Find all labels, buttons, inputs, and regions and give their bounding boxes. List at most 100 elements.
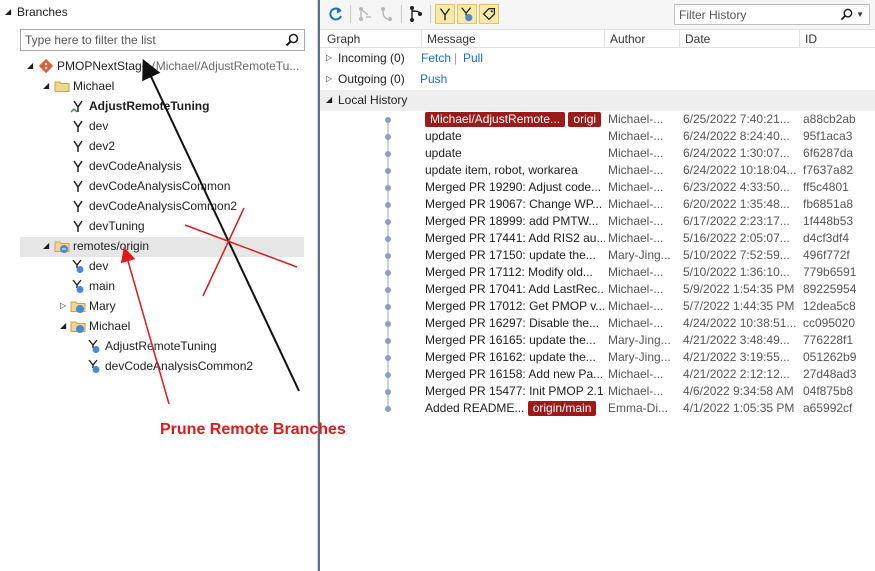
history-row[interactable]: Merged PR 17441: Add RIS2 au... Michael-… [320, 230, 875, 247]
collapsed-arrow-icon[interactable]: ▷ [60, 301, 66, 310]
history-row[interactable]: Merged PR 16165: update the... Mary-Jing… [320, 332, 875, 349]
column-author[interactable]: Author [610, 32, 645, 46]
history-row[interactable]: Merged PR 19067: Change WP... Michael-..… [320, 196, 875, 213]
tree-item-remote-branch[interactable]: dev [0, 257, 318, 277]
commit-author: Michael-... [608, 367, 664, 381]
history-row[interactable]: Merged PR 17041: Add LastRec... Michael-… [320, 281, 875, 298]
column-divider[interactable] [604, 30, 605, 48]
merge-graph-disabled-icon[interactable] [377, 4, 397, 24]
tree-item-remote-michael[interactable]: ◢ Michael [0, 317, 318, 337]
column-divider[interactable] [679, 30, 680, 48]
tree-item-branch[interactable]: dev [0, 117, 318, 137]
commit-dot [385, 219, 391, 225]
chevron-down-icon[interactable]: ▼ [856, 10, 864, 19]
show-tags-icon[interactable] [479, 4, 499, 24]
tree-item-local-michael[interactable]: ◢ Michael [0, 77, 318, 97]
commit-author: Michael-... [608, 299, 664, 313]
history-row[interactable]: Merged PR 17012: Get PMOP v... Michael-.… [320, 298, 875, 315]
commit-date: 4/21/2022 2:12:12... [683, 367, 790, 381]
outgoing-label: Outgoing (0) [338, 72, 405, 86]
commit-message: update [425, 146, 462, 160]
history-row[interactable]: Merged PR 19290: Adjust code... Michael-… [320, 179, 875, 196]
local-history-label: Local History [338, 93, 408, 107]
incoming-section[interactable]: ▷ Incoming (0) Fetch | Pull [320, 48, 875, 69]
tree-item-branch[interactable]: devCodeAnalysis [0, 157, 318, 177]
commit-date: 5/16/2022 2:05:07... [683, 231, 790, 245]
commit-date: 4/6/2022 9:34:58 AM [683, 384, 794, 398]
history-row[interactable]: Merged PR 16297: Disable the... Michael-… [320, 315, 875, 332]
history-row[interactable]: Merged PR 15477: Init PMOP 2.1 Michael-.… [320, 383, 875, 400]
history-row[interactable]: update Michael-... 6/24/2022 8:24:40... … [320, 128, 875, 145]
filter-history-input[interactable] [675, 5, 840, 24]
expanded-arrow-icon[interactable]: ◢ [43, 81, 49, 90]
column-date[interactable]: Date [685, 32, 710, 46]
refresh-icon[interactable] [326, 4, 346, 24]
expanded-arrow-icon[interactable]: ◢ [326, 95, 332, 104]
collapsed-arrow-icon[interactable]: ▷ [326, 74, 332, 83]
tree-item-branch[interactable]: devTuning [0, 217, 318, 237]
tree-item-branch[interactable]: AdjustRemoteTuning [0, 97, 318, 117]
column-id[interactable]: ID [805, 32, 817, 46]
search-icon[interactable] [285, 33, 299, 47]
commit-message: update item, robot, workarea [425, 163, 578, 177]
tree-label: AdjustRemoteTuning [89, 99, 210, 113]
history-row[interactable]: Merged PR 17150: update the... Mary-Jing… [320, 247, 875, 264]
tree-item-remote-branch[interactable]: AdjustRemoteTuning [0, 337, 318, 357]
history-row[interactable]: Merged PR 17112: Modify old... Michael-.… [320, 264, 875, 281]
history-row[interactable]: Merged PR 18999: add PMTW... Michael-...… [320, 213, 875, 230]
tree-item-repo[interactable]: ◢ PMOPNextStage (Michael/AdjustRemoteTu.… [0, 57, 318, 77]
commit-message: Merged PR 17441: Add RIS2 au... [425, 231, 605, 245]
commit-dot [385, 253, 391, 259]
column-graph[interactable]: Graph [327, 32, 360, 46]
column-message[interactable]: Message [427, 32, 476, 46]
commit-date: 4/1/2022 1:05:35 PM [683, 401, 795, 415]
tree-item-branch[interactable]: devCodeAnalysisCommon [0, 177, 318, 197]
history-row[interactable]: Merged PR 16158: Add new Pa... Michael-.… [320, 366, 875, 383]
tree-label: devCodeAnalysis [89, 159, 182, 173]
tree-label: Michael [89, 319, 131, 333]
search-icon[interactable] [840, 8, 853, 21]
history-row[interactable]: Michael/AdjustRemote... origi Michael-..… [320, 111, 875, 128]
commit-dot [385, 168, 391, 174]
column-divider[interactable] [421, 30, 422, 48]
local-history-section[interactable]: ◢ Local History [320, 90, 875, 111]
filter-history-box[interactable]: ▼ [674, 4, 870, 25]
remote-branch-icon [72, 279, 84, 293]
tree-item-remote-branch[interactable]: main [0, 277, 318, 297]
expanded-arrow-icon[interactable]: ◢ [27, 61, 33, 70]
commit-id: f7637a82 [803, 163, 854, 177]
column-divider[interactable] [799, 30, 800, 48]
tree-item-remote-mary[interactable]: ▷ Mary [0, 297, 318, 317]
commit-date: 4/24/2022 10:38:51... [683, 316, 797, 330]
commit-date: 6/25/2022 7:40:21... [683, 112, 790, 126]
show-remote-branches-icon[interactable] [457, 4, 477, 24]
push-link[interactable]: Push [420, 72, 447, 86]
tree-item-remote-branch[interactable]: devCodeAnalysisCommon2 [0, 357, 318, 377]
pull-link[interactable]: Pull [463, 51, 483, 65]
history-row[interactable]: Added README... origin/main Emma-Di... 4… [320, 400, 875, 417]
branches-header[interactable]: ◢ Branches [0, 0, 318, 26]
branch-filter-input[interactable] [21, 30, 279, 50]
expanded-arrow-icon[interactable]: ◢ [43, 241, 49, 250]
collapsed-arrow-icon[interactable]: ▷ [326, 53, 332, 62]
tree-item-branch[interactable]: devCodeAnalysisCommon2 [0, 197, 318, 217]
commit-id: 04f875b8 [803, 384, 854, 398]
show-first-parent-icon[interactable] [406, 4, 426, 24]
commit-dot [385, 389, 391, 395]
tree-label: AdjustRemoteTuning [105, 339, 217, 353]
history-row[interactable]: update item, robot, workarea Michael-...… [320, 162, 875, 179]
commit-id: a65992cf [803, 401, 853, 415]
history-row[interactable]: update Michael-... 6/24/2022 1:30:07... … [320, 145, 875, 162]
tree-item-remotes-origin[interactable]: ◢ remotes/origin [20, 237, 304, 257]
tree-item-branch[interactable]: dev2 [0, 137, 318, 157]
expanded-arrow-icon[interactable]: ◢ [60, 321, 66, 330]
show-local-branches-icon[interactable] [435, 4, 455, 24]
fetch-link[interactable]: Fetch [421, 51, 451, 65]
branch-graph-disabled-icon[interactable] [355, 4, 375, 24]
outgoing-section[interactable]: ▷ Outgoing (0) Push [320, 69, 875, 90]
commit-dot [385, 270, 391, 276]
history-row[interactable]: Merged PR 16162: update the... Mary-Jing… [320, 349, 875, 366]
branch-filter-box[interactable] [20, 29, 305, 51]
collapse-triangle-icon[interactable]: ◢ [5, 7, 11, 16]
history-column-header: Graph Message Author Date ID [320, 30, 875, 48]
